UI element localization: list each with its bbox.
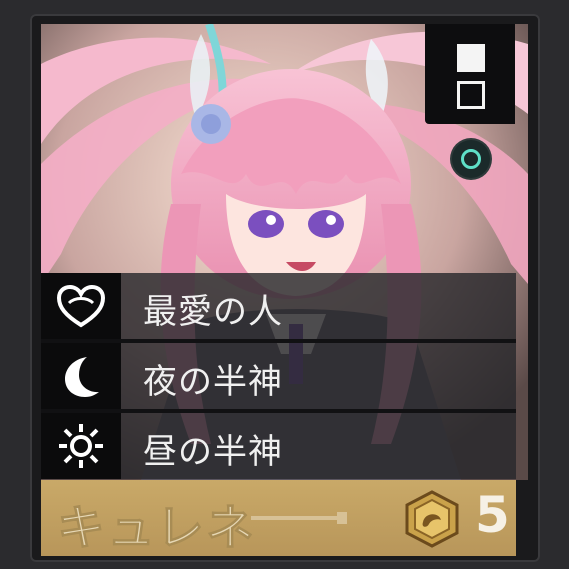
trait-row-day[interactable]: 昼の半神 <box>41 413 516 479</box>
trait-row-night[interactable]: 夜の半神 <box>41 343 516 409</box>
name-underline <box>251 516 341 520</box>
name-underline-end <box>337 512 347 524</box>
heart-bond-icon <box>56 284 106 328</box>
trait-icon-box <box>41 413 121 479</box>
trait-icon-box <box>41 273 121 339</box>
coin-icon <box>405 490 459 548</box>
trait-label: 昼の半神 <box>143 432 283 472</box>
filled-square-icon[interactable] <box>457 44 485 72</box>
cost-value: 5 <box>475 486 510 544</box>
outline-square-icon[interactable] <box>457 81 485 109</box>
ring-button[interactable] <box>452 140 490 178</box>
mode-toggle-panel <box>425 24 515 124</box>
trait-row-beloved[interactable]: 最愛の人 <box>41 273 516 339</box>
character-name: キュレネ <box>56 500 257 557</box>
trait-icon-box <box>41 343 121 409</box>
trait-label: 夜の半神 <box>143 362 283 402</box>
name-bar: キュレネ 5 <box>41 480 516 557</box>
trait-label: 最愛の人 <box>143 292 283 332</box>
crescent-moon-icon <box>65 357 99 397</box>
sun-icon <box>59 424 103 468</box>
ring-icon <box>461 149 481 169</box>
